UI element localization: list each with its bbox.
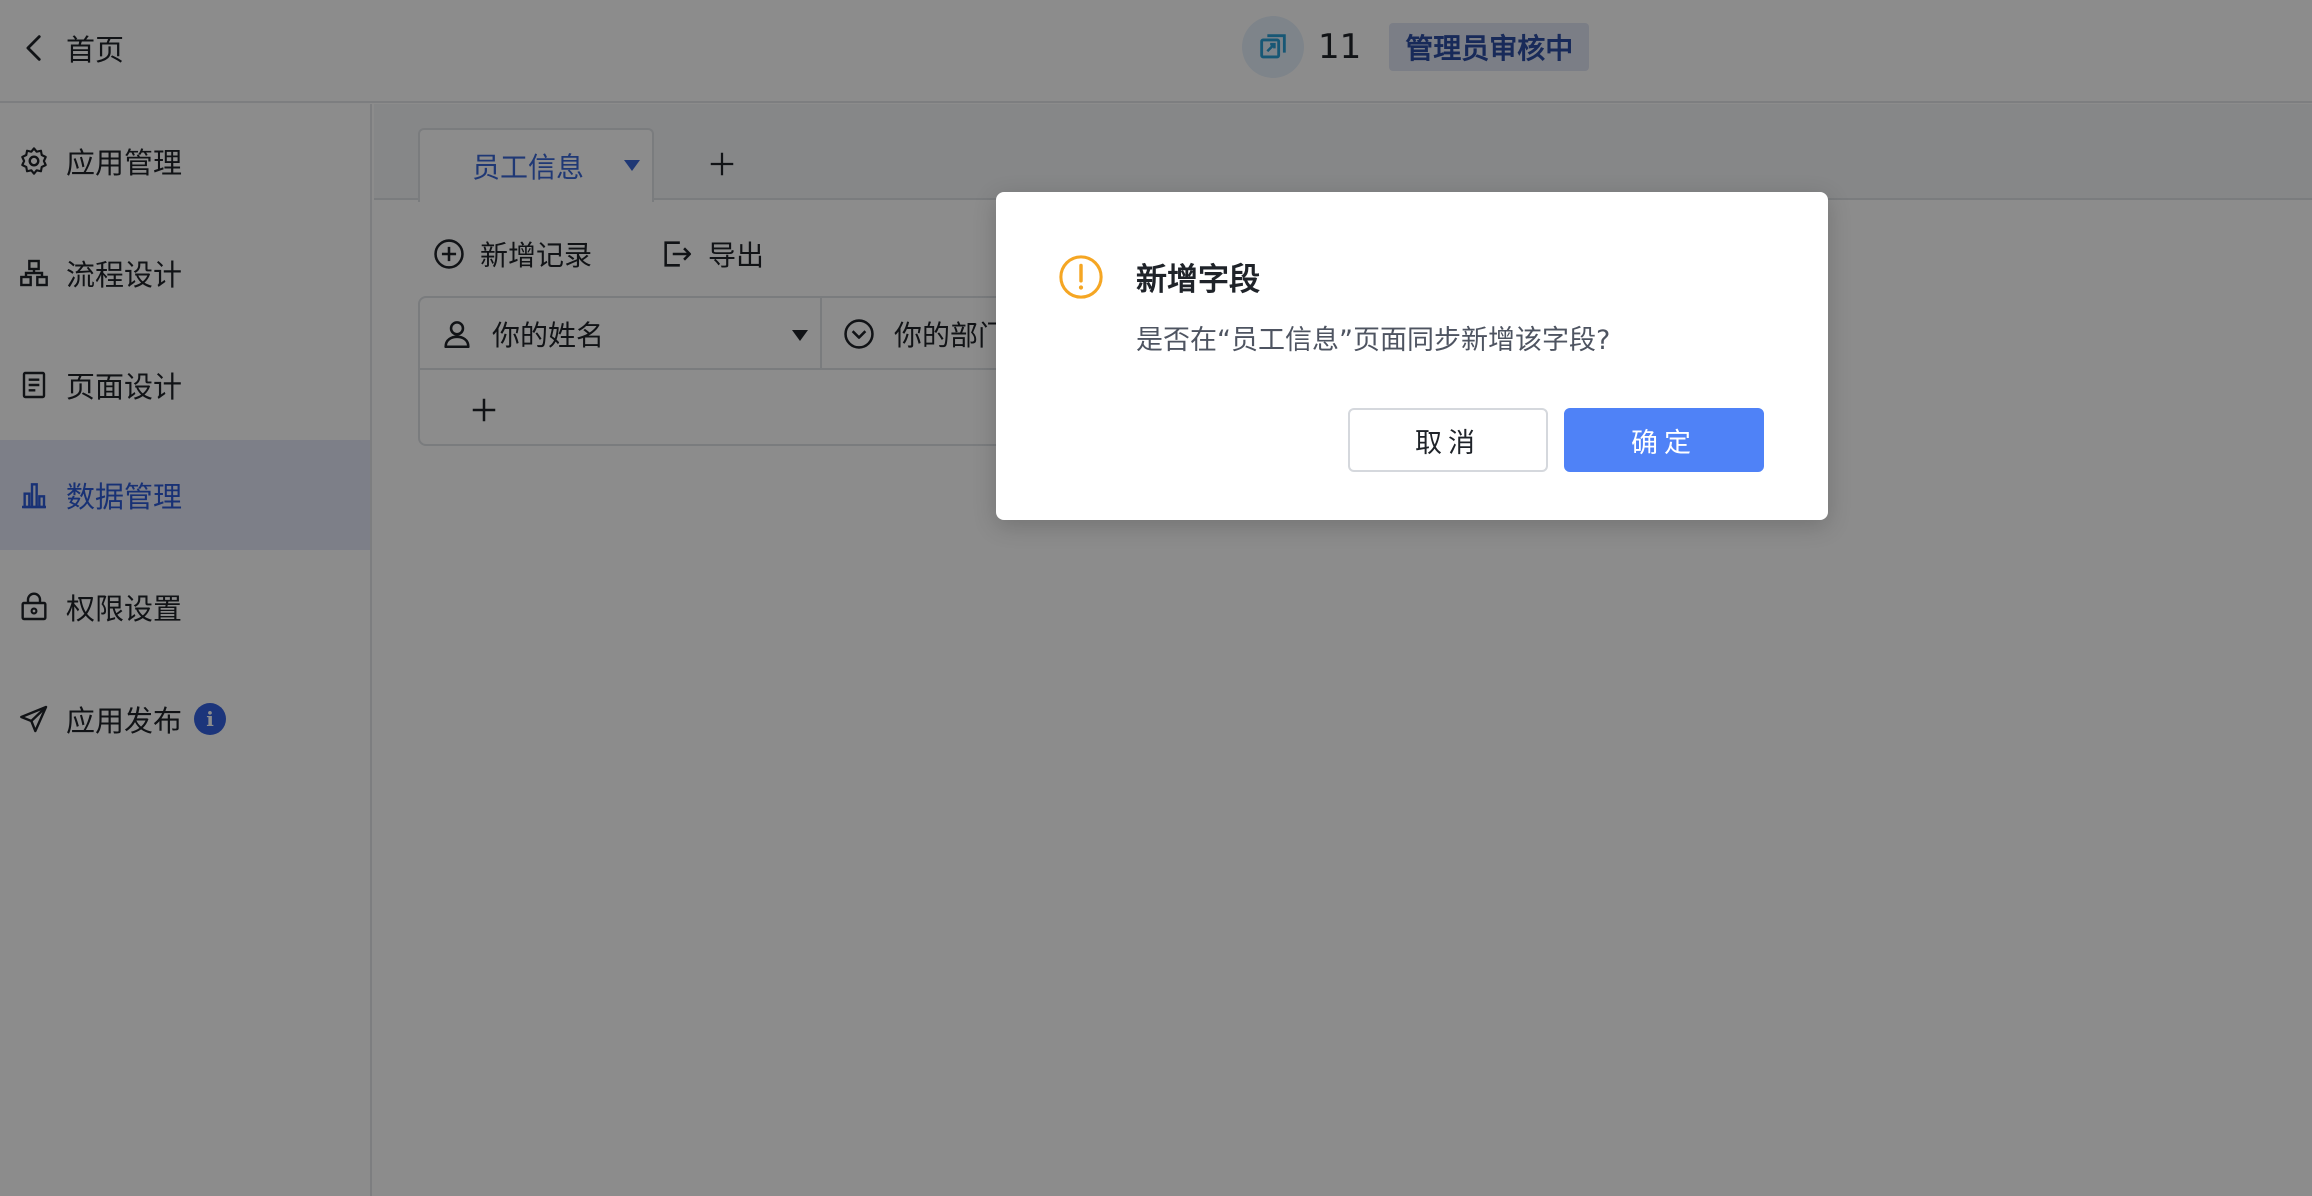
warning-icon [1059, 255, 1103, 299]
confirm-dialog: 新增字段 是否在“员工信息”页面同步新增该字段? 取消 确定 [996, 192, 1828, 520]
confirm-button[interactable]: 确定 [1564, 408, 1764, 472]
dialog-message: 是否在“员工信息”页面同步新增该字段? [1136, 325, 1611, 356]
cancel-button[interactable]: 取消 [1348, 408, 1548, 472]
dialog-title: 新增字段 [1136, 262, 1260, 298]
modal-overlay[interactable] [0, 0, 2312, 1196]
